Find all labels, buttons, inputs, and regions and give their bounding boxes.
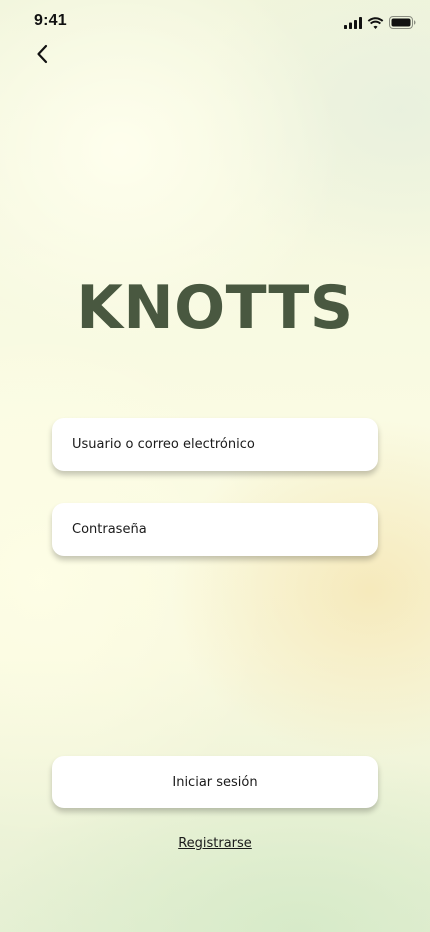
- battery-icon: [389, 14, 416, 33]
- chevron-left-icon: [35, 43, 49, 69]
- register-link[interactable]: Registrarse: [0, 836, 430, 851]
- back-button[interactable]: [28, 42, 56, 70]
- password-placeholder: Contraseña: [72, 522, 147, 537]
- username-input[interactable]: Usuario o correo electrónico: [52, 418, 378, 471]
- login-button-label: Iniciar sesión: [172, 774, 258, 790]
- username-placeholder: Usuario o correo electrónico: [72, 437, 255, 452]
- password-input[interactable]: Contraseña: [52, 503, 378, 556]
- cellular-signal-icon: [344, 14, 362, 33]
- login-button[interactable]: Iniciar sesión: [52, 756, 378, 808]
- status-icons: [344, 14, 416, 33]
- status-time: 9:41: [34, 12, 67, 29]
- status-bar: 9:41: [0, 0, 430, 44]
- wifi-icon: [367, 14, 384, 33]
- app-logo: KNOTTS: [76, 273, 354, 343]
